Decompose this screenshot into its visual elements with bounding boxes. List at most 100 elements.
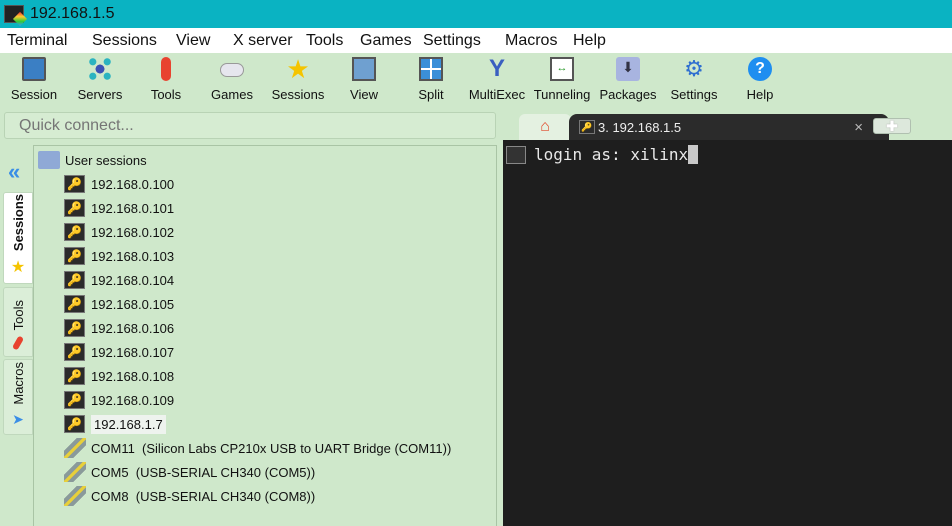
tools-button[interactable]: Tools (133, 57, 199, 102)
menu-sessions[interactable]: Sessions (92, 32, 157, 50)
menu-x-server[interactable]: X server (233, 32, 293, 50)
menu-view[interactable]: View (176, 32, 210, 50)
help-icon: ? (748, 57, 772, 81)
session-label: COM5 (USB-SERIAL CH340 (COM5)) (91, 464, 316, 480)
games-button[interactable]: Games (199, 57, 265, 102)
tab-label: Sessions (10, 193, 26, 251)
servers-button[interactable]: Servers (67, 57, 133, 102)
session-item[interactable]: 🔑 192.168.0.103 (64, 245, 174, 267)
session-label: 192.168.0.104 (91, 272, 175, 288)
session-label: 192.168.0.107 (91, 344, 175, 360)
multiexec-button[interactable]: Y MultiExec (464, 57, 530, 103)
settings-icon: ⚙ (684, 56, 704, 81)
quick-connect-input[interactable] (4, 112, 496, 139)
serial-session-item[interactable]: COM11 (Silicon Labs CP210x USB to UART B… (64, 437, 451, 459)
session-icon (22, 57, 46, 81)
session-button[interactable]: Session (1, 57, 67, 102)
help-button[interactable]: ? Help (727, 57, 793, 102)
home-tab[interactable]: ⌂ (519, 114, 571, 140)
session-item[interactable]: 🔑 192.168.1.7 (64, 413, 166, 435)
session-item[interactable]: 🔑 192.168.0.107 (64, 341, 174, 363)
button-label: Session (10, 87, 58, 102)
button-label: Servers (77, 87, 123, 102)
key-icon: 🔑 (64, 271, 85, 289)
tab-tools[interactable]: Tools (3, 287, 33, 357)
session-label: 192.168.0.103 (91, 248, 175, 264)
button-label: Sessions (271, 87, 325, 102)
button-label: Tunneling (533, 87, 591, 102)
side-tabs: « Sessions ★ Tools Macros ➤ (0, 145, 33, 526)
tab-label: Macros (10, 362, 26, 405)
settings-button[interactable]: ⚙ Settings (661, 56, 727, 103)
split-icon (419, 57, 443, 81)
session-item[interactable]: 🔑 192.168.0.100 (64, 173, 174, 195)
star-icon: ★ (10, 259, 26, 276)
button-label: Settings (670, 87, 718, 102)
terminal[interactable]: login as: xilinx (503, 140, 952, 526)
plus-icon: ✚ (886, 118, 898, 134)
new-tab-button[interactable]: ✚ (873, 118, 911, 134)
packages-icon: ⬇ (616, 57, 640, 81)
tab-label: Tools (10, 299, 26, 330)
session-label: COM11 (Silicon Labs CP210x USB to UART B… (91, 440, 452, 456)
close-tab-icon[interactable]: × (854, 119, 863, 136)
tunneling-button[interactable]: ↔ Tunneling (529, 57, 595, 102)
session-item[interactable]: 🔑 192.168.0.101 (64, 197, 174, 219)
button-label: Tools (150, 87, 182, 102)
session-item[interactable]: 🔑 192.168.0.108 (64, 365, 174, 387)
sessions-button[interactable]: ★ Sessions (265, 54, 331, 102)
tab-sessions[interactable]: Sessions ★ (3, 192, 33, 284)
session-item[interactable]: 🔑 192.168.0.105 (64, 293, 174, 315)
games-icon (220, 63, 244, 77)
menu-games[interactable]: Games (360, 32, 412, 50)
tools-icon (161, 57, 171, 81)
packages-button[interactable]: ⬇ Packages (595, 57, 661, 102)
tab-title: 3. 192.168.1.5 (598, 119, 682, 135)
session-label: 192.168.0.105 (91, 296, 175, 312)
servers-icon (88, 57, 112, 81)
button-label: View (350, 87, 378, 102)
button-label: Help (746, 87, 774, 102)
view-button[interactable]: View (331, 57, 397, 102)
session-tree: User sessions 🔑 192.168.0.100 🔑 192.168.0.1… (33, 145, 497, 526)
menu-bar: Terminal Sessions View X server Tools Ga… (0, 28, 952, 53)
key-icon: 🔑 (64, 247, 85, 265)
menu-help[interactable]: Help (573, 32, 606, 50)
serial-session-item[interactable]: COM5 (USB-SERIAL CH340 (COM5)) (64, 461, 315, 483)
key-icon: 🔑 (64, 415, 85, 433)
user-sessions-folder[interactable]: User sessions (38, 149, 147, 171)
view-icon (352, 57, 376, 81)
session-item[interactable]: 🔑 192.168.0.106 (64, 317, 174, 339)
collapse-panel-icon[interactable]: « (8, 159, 20, 185)
terminal-line: login as: xilinx (534, 145, 689, 164)
menu-settings[interactable]: Settings (423, 32, 481, 50)
serial-plug-icon (64, 486, 86, 506)
menu-tools[interactable]: Tools (306, 32, 343, 50)
session-label: 192.168.0.109 (91, 392, 175, 408)
window-title: 192.168.1.5 (30, 5, 115, 22)
session-item[interactable]: 🔑 192.168.0.109 (64, 389, 174, 411)
menu-macros[interactable]: Macros (505, 32, 557, 50)
button-label: Packages (599, 87, 657, 102)
session-label: 192.168.0.108 (91, 368, 175, 384)
key-icon: 🔑 (64, 319, 85, 337)
session-item[interactable]: 🔑 192.168.0.104 (64, 269, 174, 291)
menu-terminal[interactable]: Terminal (7, 32, 67, 50)
button-label: MultiExec (468, 87, 526, 102)
key-icon: 🔑 (64, 295, 85, 313)
key-icon: 🔑 (579, 120, 595, 134)
star-icon: ★ (286, 54, 310, 84)
serial-plug-icon (64, 462, 86, 482)
folder-icon (38, 151, 60, 169)
home-icon: ⌂ (540, 118, 550, 135)
serial-session-item[interactable]: COM8 (USB-SERIAL CH340 (COM8)) (64, 485, 315, 507)
split-button[interactable]: Split (398, 57, 464, 102)
key-icon: 🔑 (64, 367, 85, 385)
tools-icon (11, 335, 25, 351)
session-item[interactable]: 🔑 192.168.0.102 (64, 221, 174, 243)
session-label: 192.168.0.102 (91, 224, 175, 240)
key-icon: 🔑 (64, 391, 85, 409)
key-icon: 🔑 (64, 343, 85, 361)
tab-macros[interactable]: Macros ➤ (3, 359, 33, 435)
session-tab-active[interactable]: 🔑 3. 192.168.1.5 × (569, 114, 889, 140)
